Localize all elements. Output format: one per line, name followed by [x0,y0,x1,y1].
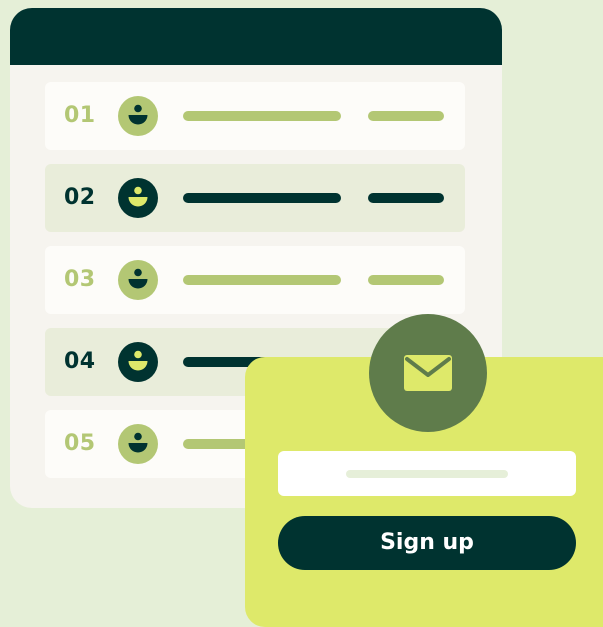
user-avatar-icon [118,96,158,136]
mail-badge [369,314,487,432]
user-avatar-icon [118,342,158,382]
row-number: 04 [64,349,96,374]
row-meta-placeholder [368,111,444,121]
row-text-placeholder [183,275,341,285]
list-item[interactable]: 01 [45,82,465,150]
row-text-placeholder [183,111,341,121]
user-avatar-icon [118,424,158,464]
list-item[interactable]: 02 [45,164,465,232]
window-header [10,8,502,65]
row-number: 03 [64,267,96,292]
user-avatar-icon [118,178,158,218]
row-meta-placeholder [368,193,444,203]
row-text-placeholder [183,193,341,203]
user-avatar-icon [118,260,158,300]
envelope-icon [404,355,452,391]
row-number: 05 [64,431,96,456]
list-item[interactable]: 03 [45,246,465,314]
row-meta-placeholder [368,275,444,285]
input-placeholder [346,470,508,478]
email-field[interactable] [278,451,576,496]
row-number: 01 [64,103,96,128]
row-number: 02 [64,185,96,210]
sign-up-button[interactable]: Sign up [278,516,576,570]
